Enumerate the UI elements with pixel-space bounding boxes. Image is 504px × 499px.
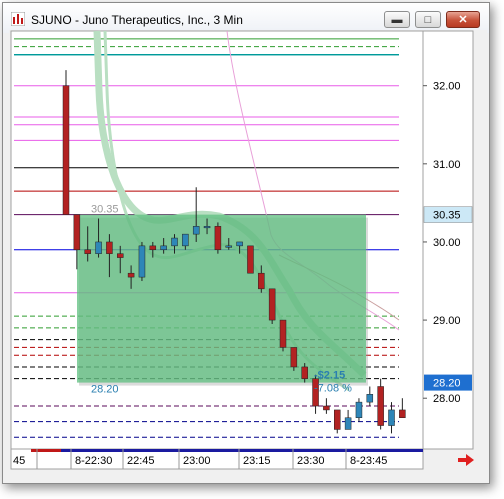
measure-start-label: 30.35 <box>91 204 119 216</box>
close-icon: ✕ <box>458 14 468 26</box>
candle-down <box>323 405 330 411</box>
scroll-bar[interactable] <box>31 449 423 452</box>
candle-down <box>399 409 406 418</box>
last-price-label: 30.35 <box>433 210 461 222</box>
candle-down <box>247 245 254 274</box>
candle-up <box>192 226 200 235</box>
candle-up <box>182 233 189 247</box>
y-tick-label: 30.00 <box>433 237 461 249</box>
candle-down <box>106 241 113 254</box>
candle-down <box>334 409 341 430</box>
x-tick-label: 8-23:45 <box>350 455 387 467</box>
x-tick-label: 23:15 <box>243 455 271 467</box>
candle-up <box>344 417 352 430</box>
price-chart[interactable]: 32.00 31.00 30.00 29.00 28.00 45 8-22:30 22:45… <box>9 30 487 470</box>
candle-down <box>279 319 287 348</box>
x-tick-label: 8-22:30 <box>75 455 112 467</box>
candle-up <box>366 394 374 403</box>
candle-up <box>203 226 211 229</box>
candle-down <box>258 272 265 290</box>
candle-down <box>214 226 222 251</box>
y-tick-label: 32.00 <box>433 81 461 93</box>
measure-percent-label: -7.08 % <box>314 383 352 395</box>
x-tick-label: 22:45 <box>127 455 155 467</box>
window-title: SJUNO - Juno Therapeutics, Inc., 3 Min <box>31 13 243 27</box>
y-tick-label: 29.00 <box>433 315 461 327</box>
candle-up <box>355 401 363 418</box>
measure-end-label: 28.20 <box>91 384 119 396</box>
right-arrow-icon[interactable] <box>458 454 474 466</box>
candle-up <box>171 237 178 247</box>
candle-up <box>160 245 167 251</box>
candle-down <box>377 386 384 426</box>
minimize-icon: ▬ <box>391 13 403 26</box>
x-tick-label: 23:00 <box>183 455 211 467</box>
candle-down <box>301 366 308 379</box>
title-bar[interactable]: SJUNO - Juno Therapeutics, Inc., 3 Min ▬… <box>3 3 489 33</box>
candle-down <box>127 272 135 278</box>
close-button[interactable]: ✕ <box>446 11 480 28</box>
candle-up <box>388 409 395 426</box>
candle-down <box>268 288 276 321</box>
candle-down <box>117 253 124 258</box>
chart-app-icon <box>11 12 25 26</box>
y-tick-label: 28.00 <box>433 393 461 405</box>
candle-down <box>73 214 81 251</box>
x-tick-label: 45 <box>13 455 25 467</box>
y-tick-label: 31.00 <box>433 159 461 171</box>
minimize-button[interactable]: ▬ <box>384 11 410 28</box>
current-price-label: 28.20 <box>433 378 461 390</box>
x-tick-label: 23:30 <box>297 455 325 467</box>
candle-down <box>62 85 70 215</box>
candle-up <box>138 245 146 278</box>
candle-up <box>95 241 102 254</box>
measure-change-label: -$2.15 <box>314 370 345 382</box>
candle-down <box>149 245 157 251</box>
measure-box <box>77 214 366 383</box>
candle-down <box>84 249 91 254</box>
candle-up <box>236 241 243 247</box>
candle-up <box>225 245 232 248</box>
maximize-icon: □ <box>424 13 432 26</box>
maximize-button[interactable]: □ <box>415 11 441 28</box>
candle-down <box>290 347 298 368</box>
